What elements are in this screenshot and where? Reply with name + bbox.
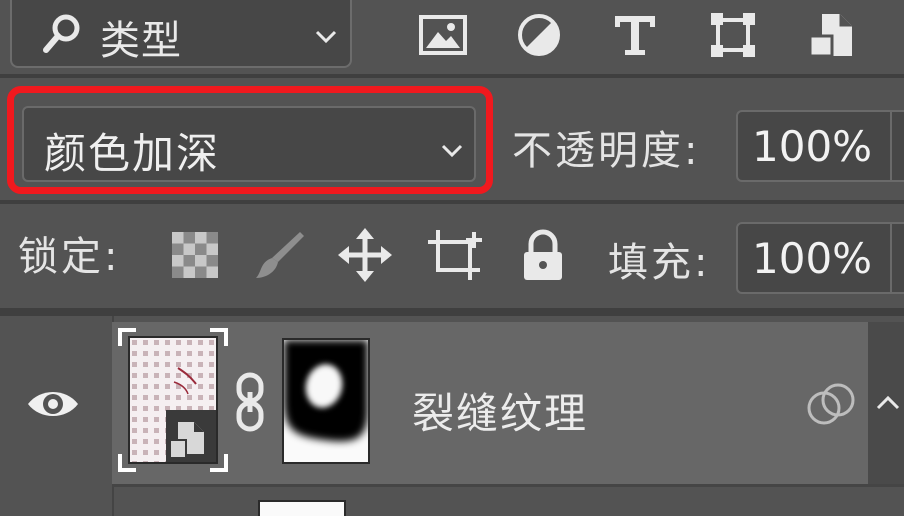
adjustment-filter-icon[interactable]: [514, 10, 564, 60]
opacity-field[interactable]: 100%: [736, 110, 904, 182]
image-filter-icon[interactable]: [418, 10, 468, 60]
chevron-up-icon[interactable]: [874, 392, 902, 414]
shape-filter-icon[interactable]: [708, 10, 758, 60]
smart-object-filter-icon[interactable]: [806, 10, 856, 60]
opacity-label: 不透明度:: [512, 128, 701, 174]
fill-label: 填充:: [608, 240, 711, 286]
type-filter-icon[interactable]: [610, 10, 660, 60]
lock-all-icon[interactable]: [516, 228, 570, 282]
layer-mask-thumbnail[interactable]: [282, 338, 370, 464]
selection-corner-brackets: [118, 328, 228, 472]
fill-field[interactable]: 100%: [736, 222, 904, 294]
panel-divider: [0, 74, 904, 78]
lock-artboard-icon[interactable]: [428, 228, 482, 282]
blend-interior-icon[interactable]: [804, 382, 858, 426]
panel-divider: [0, 200, 904, 204]
filter-type-label: 类型: [100, 18, 182, 64]
chevron-down-icon: [315, 30, 337, 44]
lock-label: 锁定:: [18, 234, 121, 280]
opacity-value: 100%: [752, 122, 873, 171]
lock-transparent-pixels-icon[interactable]: [168, 228, 222, 282]
layer-row-divider: [112, 484, 904, 487]
lock-position-icon[interactable]: [338, 228, 392, 282]
search-icon: [43, 14, 80, 53]
panel-divider: [0, 308, 904, 316]
fill-field-divider: [890, 224, 892, 294]
lock-image-pixels-icon[interactable]: [252, 228, 306, 282]
opacity-field-divider: [890, 112, 892, 182]
annotation-highlight-box: [7, 86, 493, 194]
layer-name[interactable]: 裂缝纹理: [412, 380, 588, 441]
fill-value: 100%: [752, 234, 873, 283]
next-layer-thumbnail[interactable]: [258, 500, 346, 516]
link-icon[interactable]: [234, 372, 266, 432]
eye-icon[interactable]: [26, 386, 80, 422]
mask-preview: [284, 340, 368, 462]
filter-type-dropdown[interactable]: 类型: [10, 0, 352, 68]
